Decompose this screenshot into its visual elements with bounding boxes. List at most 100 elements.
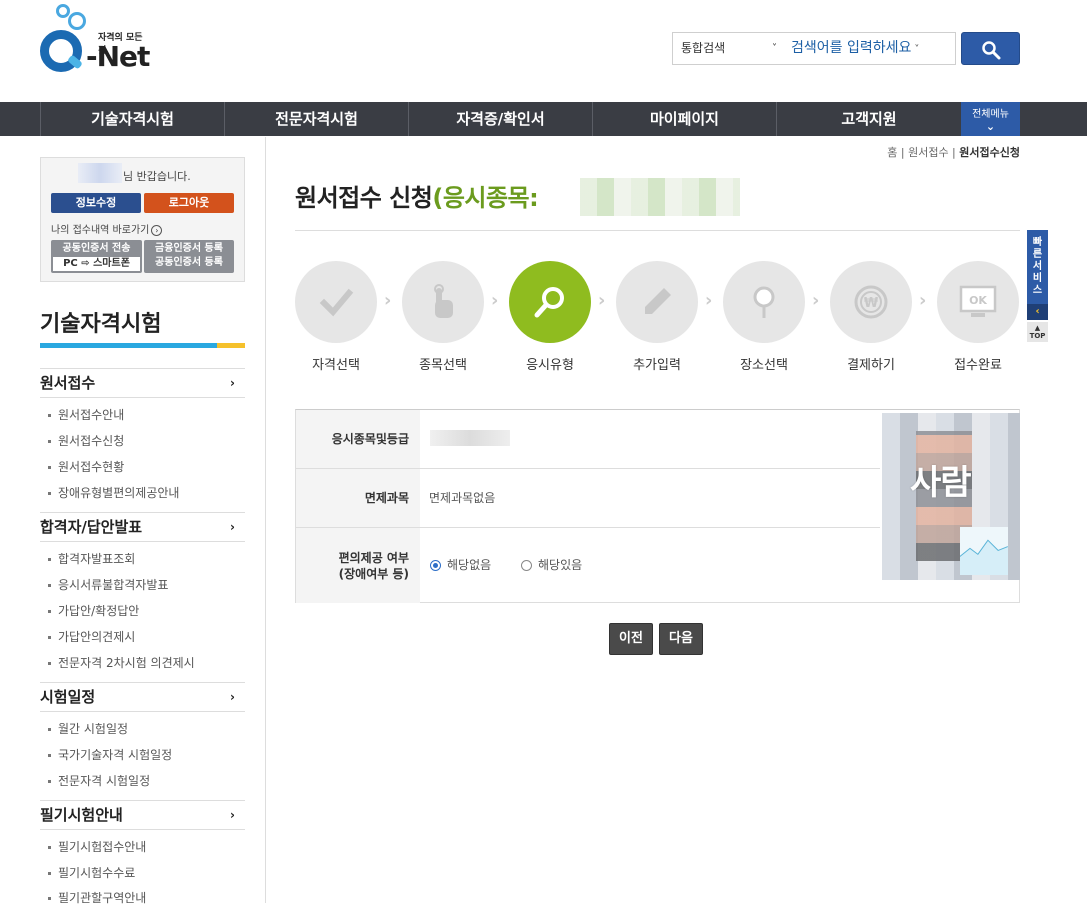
step-label: 접수완료 xyxy=(954,358,1002,373)
applicant-photo: 사람 xyxy=(882,413,1020,580)
login-box: 님 반갑습니다. 정보수정 로그아웃 나의 접수내역 바로가기 › 공동인증서 전… xyxy=(40,157,245,282)
radio-selected-icon xyxy=(430,560,441,571)
breadcrumb-parent[interactable]: 원서접수 xyxy=(908,146,948,159)
my-application-shortcut[interactable]: 나의 접수내역 바로가기 › xyxy=(51,221,163,236)
sidebar-item[interactable]: 가답안의견제시 xyxy=(48,628,135,645)
svg-text:₩: ₩ xyxy=(864,296,879,311)
title-divider xyxy=(295,230,1020,231)
step-label: 추가입력 xyxy=(633,358,681,373)
step-arrow-icon: › xyxy=(384,290,392,311)
chart-thumbnail-icon xyxy=(959,539,1009,575)
chevron-right-icon: › xyxy=(230,376,235,390)
step-arrow-icon: › xyxy=(705,290,713,311)
edit-info-button[interactable]: 정보수정 xyxy=(51,193,141,213)
step-arrow-icon: › xyxy=(919,290,927,311)
logo-text: -Net xyxy=(86,40,150,73)
logo-ring-large xyxy=(68,12,86,30)
sidebar-item[interactable]: 합격자발표조회 xyxy=(48,550,135,567)
cert-transfer-button[interactable]: 공동인증서 전송 PC ⇨ 스마트폰 xyxy=(51,240,142,273)
photo-label: 사람 xyxy=(910,463,972,503)
quick-service-collapse-icon[interactable]: ‹ xyxy=(1027,304,1048,320)
search-scope-select[interactable]: 통합검색 ˅ xyxy=(673,33,785,64)
step-arrow-icon: › xyxy=(812,290,820,311)
chevron-right-icon: › xyxy=(230,520,235,534)
radio-unselected-icon xyxy=(521,560,532,571)
sidebar-item[interactable]: 원서접수안내 xyxy=(48,406,124,423)
prev-button[interactable]: 이전 xyxy=(609,623,653,655)
breadcrumb-home[interactable]: 홈 xyxy=(887,146,897,159)
pointer-hand-icon xyxy=(434,284,453,318)
pencil-icon xyxy=(645,288,671,314)
step-label: 응시유형 xyxy=(526,358,574,373)
step-4-circle xyxy=(616,261,698,343)
qnet-logo[interactable]: 자격의 모든것 -Net xyxy=(38,4,150,80)
main-navigation: 기술자격시험 전문자격시험 자격증/확인서 마이페이지 고객지원 전체메뉴 ⌄ xyxy=(0,102,1087,136)
sidebar-item[interactable]: 필기시험수수료 xyxy=(48,864,135,881)
all-menu-button[interactable]: 전체메뉴 ⌄ xyxy=(961,102,1020,136)
sidebar-section-written-exam[interactable]: 필기시험안내 › xyxy=(40,800,245,830)
sidebar-title: 기술자격시험 xyxy=(40,312,162,337)
top-button[interactable]: ▲ TOP xyxy=(1027,322,1048,342)
step-7-circle: OK xyxy=(937,261,1019,343)
step-label: 자격선택 xyxy=(312,358,360,373)
sidebar-title-bar xyxy=(40,343,245,348)
sidebar-section-results[interactable]: 합격자/답안발표 › xyxy=(40,512,245,542)
sidebar-item[interactable]: 필기관할구역안내 xyxy=(48,889,146,906)
sidebar-section-schedule[interactable]: 시험일정 › xyxy=(40,682,245,712)
next-button[interactable]: 다음 xyxy=(659,623,703,655)
photo-thumbnail xyxy=(959,527,1009,575)
svg-text:OK: OK xyxy=(969,294,987,307)
accommodation-label: 편의제공 여부 (장애여부 등) xyxy=(296,528,420,603)
sidebar-item[interactable]: 가답안/확정답안 xyxy=(48,602,139,619)
nav-technical-exam[interactable]: 기술자격시험 xyxy=(40,102,224,136)
sidebar-item[interactable]: 국가기술자격 시험일정 xyxy=(48,746,172,763)
sidebar-item[interactable]: 장애유형별편의제공안내 xyxy=(48,484,179,501)
step-1-circle xyxy=(295,261,377,343)
nav-certificate[interactable]: 자격증/확인서 xyxy=(408,102,592,136)
step-arrow-icon: › xyxy=(598,290,606,311)
search-icon xyxy=(982,41,1001,60)
sidebar-item[interactable]: 월간 시험일정 xyxy=(48,720,128,737)
step-2-circle xyxy=(402,261,484,343)
search-icon xyxy=(534,287,564,318)
arrow-right-circle-icon: › xyxy=(151,225,163,236)
exempt-subject-label: 면제과목 xyxy=(296,469,420,528)
sidebar-item[interactable]: 필기시험접수안내 xyxy=(48,838,146,855)
logout-button[interactable]: 로그아웃 xyxy=(144,193,234,213)
sidebar-item[interactable]: 전문자격 2차시험 의견제시 xyxy=(48,654,195,671)
won-coin-icon: ₩ xyxy=(854,285,888,319)
step-arrow-icon: › xyxy=(491,290,499,311)
logo-ring-small xyxy=(56,4,70,18)
radio-applicable[interactable]: 해당있음 xyxy=(521,558,582,572)
sidebar-item[interactable]: 전문자격 시험일정 xyxy=(48,772,150,789)
step-6-circle: ₩ xyxy=(830,261,912,343)
page-title: 원서접수 신청(응시종목: xyxy=(295,184,539,212)
chevron-down-icon: ˅ xyxy=(772,43,777,54)
step-label: 장소선택 xyxy=(740,358,788,373)
nav-professional-exam[interactable]: 전문자격시험 xyxy=(224,102,408,136)
exam-name-blurred xyxy=(580,178,740,216)
breadcrumb: 홈 | 원서접수 | 원서접수신청 xyxy=(887,146,1020,159)
sidebar-item[interactable]: 원서접수신청 xyxy=(48,432,124,449)
check-icon xyxy=(319,288,354,317)
search-button[interactable] xyxy=(961,32,1020,65)
chevron-right-icon: › xyxy=(230,808,235,822)
greeting-text: 님 반갑습니다. xyxy=(123,170,191,183)
content-divider xyxy=(265,137,266,903)
radio-not-applicable[interactable]: 해당없음 xyxy=(430,558,491,572)
cert-register-button[interactable]: 금융인증서 등록 공동인증서 등록 xyxy=(144,240,234,273)
sidebar-item[interactable]: 응시서류불합격자발표 xyxy=(48,576,168,593)
search-input[interactable]: 검색어를 입력하세요 ˅ xyxy=(789,33,955,64)
quick-service-panel: 빠른서비스 ‹ ▲ TOP xyxy=(1027,230,1048,342)
sidebar-item[interactable]: 원서접수현황 xyxy=(48,458,124,475)
sidebar-section-application[interactable]: 원서접수 › xyxy=(40,368,245,398)
user-name-blurred xyxy=(78,163,122,183)
nav-mypage[interactable]: 마이페이지 xyxy=(592,102,776,136)
chevron-down-icon: ⌄ xyxy=(985,120,996,133)
chevron-down-icon: ˅ xyxy=(914,44,920,55)
step-label: 결제하기 xyxy=(847,358,895,373)
chevron-right-icon: › xyxy=(230,690,235,704)
step-label: 종목선택 xyxy=(419,358,467,373)
quick-service-button[interactable]: 빠른서비스 xyxy=(1027,230,1048,304)
nav-support[interactable]: 고객지원 xyxy=(776,102,961,136)
